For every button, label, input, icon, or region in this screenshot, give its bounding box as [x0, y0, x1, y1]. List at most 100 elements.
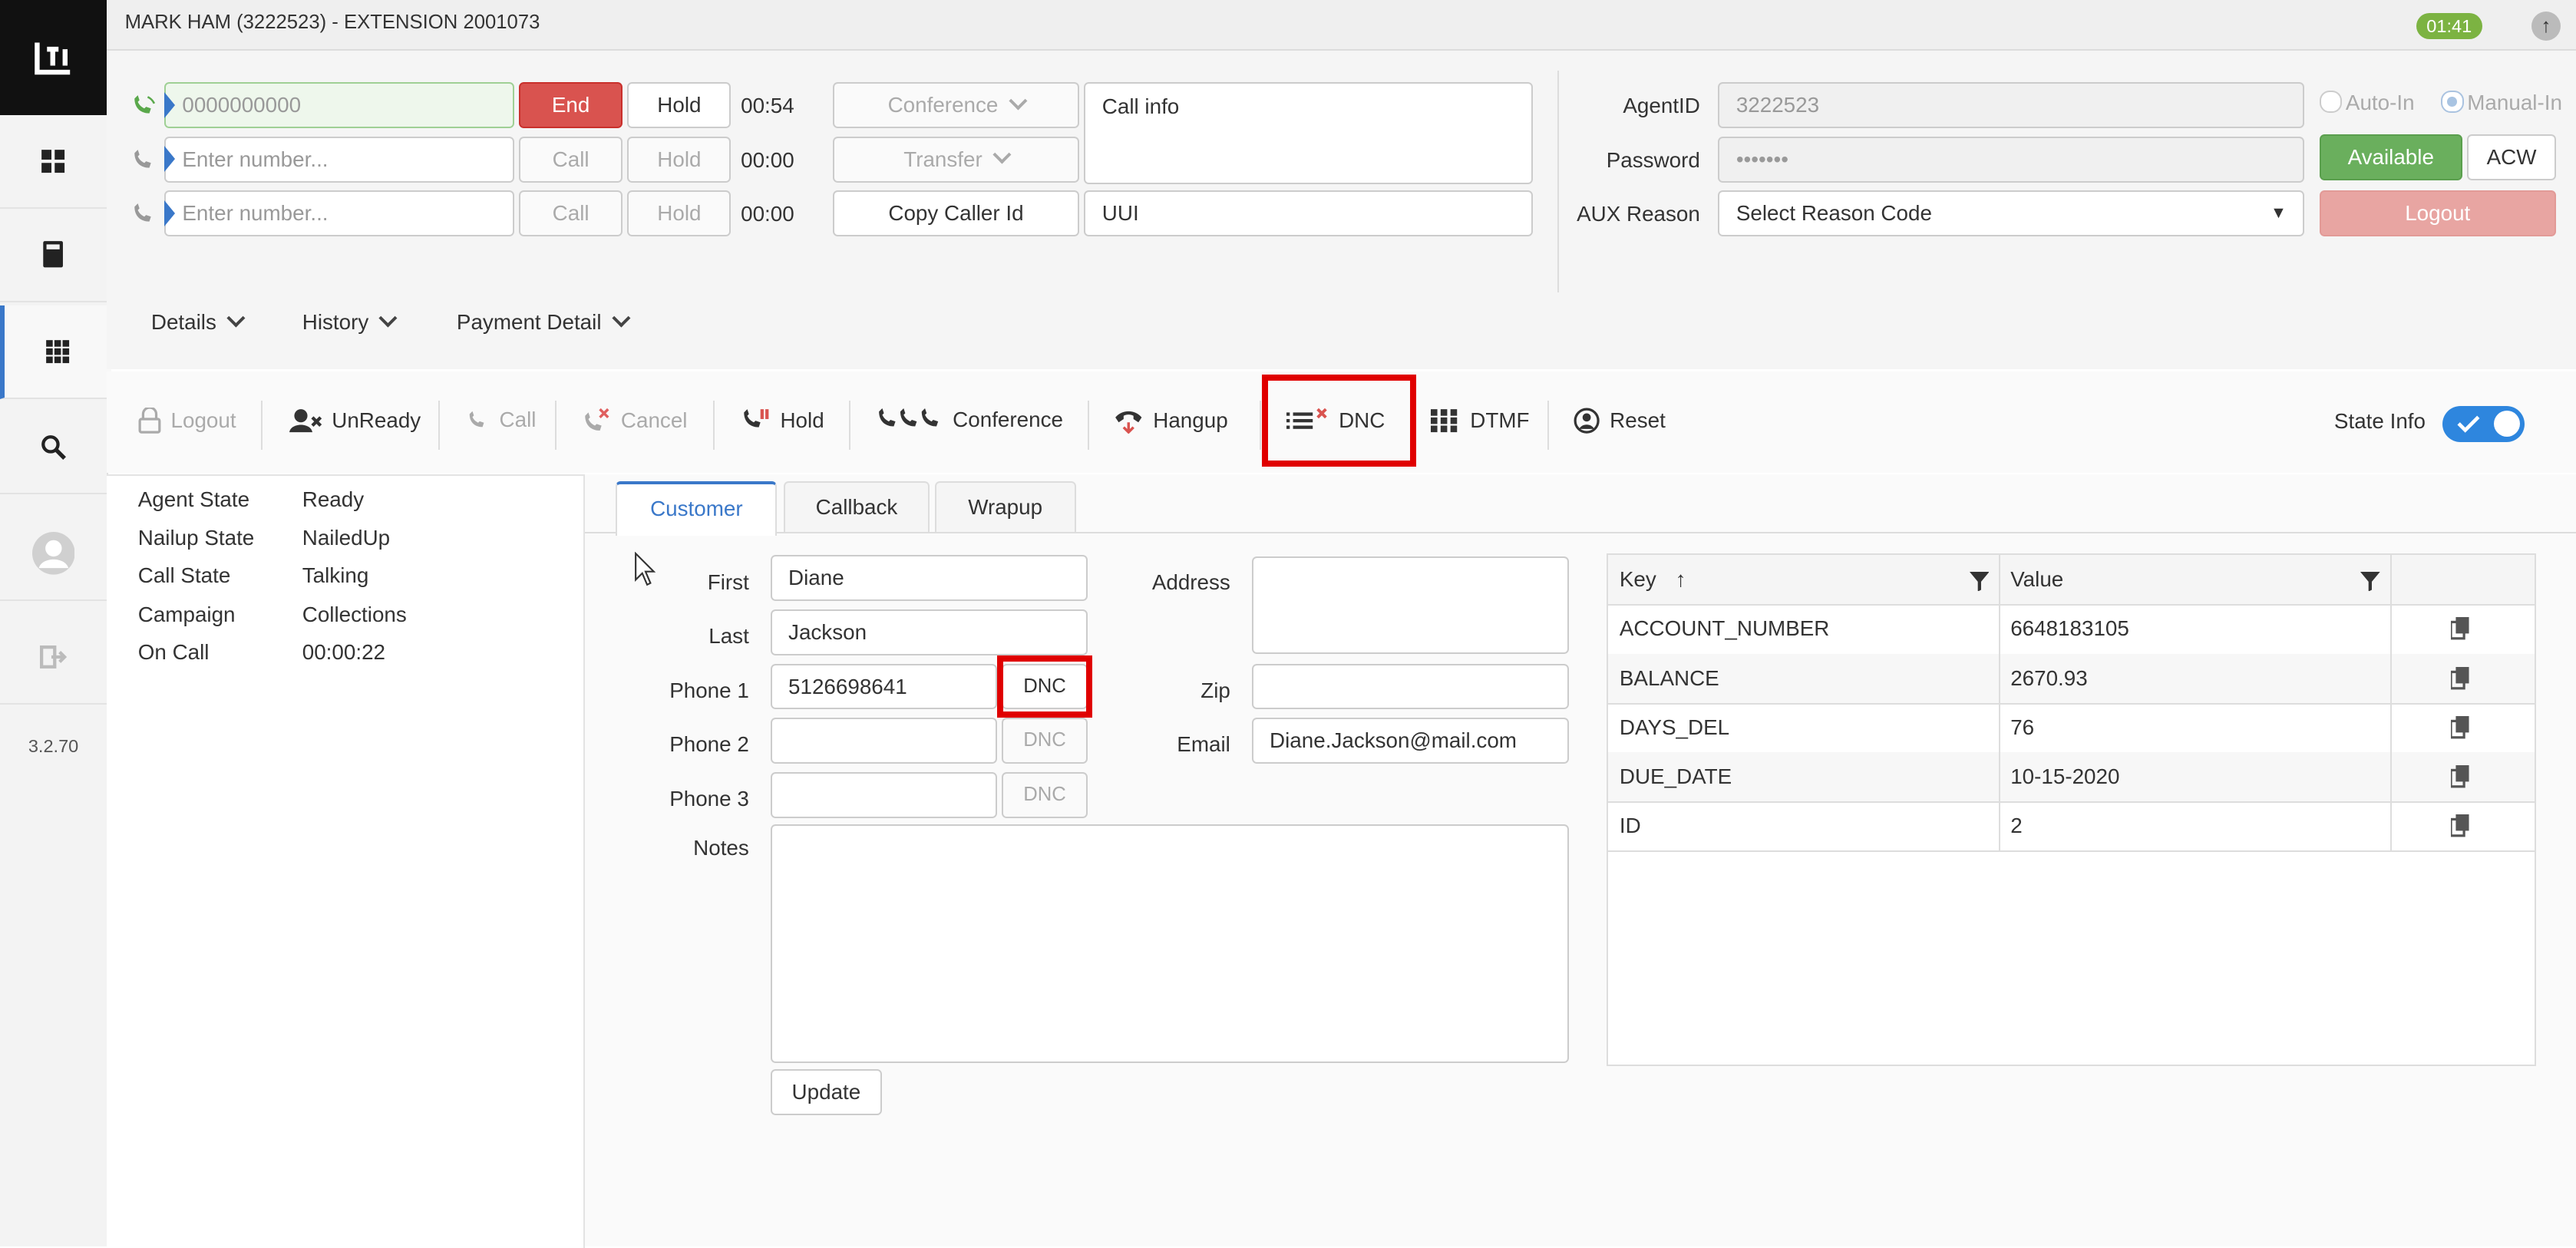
password-field[interactable]: •••••••: [1718, 136, 2305, 183]
key-column-header[interactable]: Key ↑: [1608, 555, 1999, 604]
line3-timer: 00:00: [741, 202, 794, 226]
key-filter-icon[interactable]: [1969, 571, 1990, 592]
line3-call-button[interactable]: Call: [519, 190, 623, 237]
unready-button[interactable]: UnReady: [289, 408, 421, 434]
toolbar-logout-button[interactable]: Logout: [138, 407, 236, 434]
chevron-down-icon: [992, 145, 1012, 164]
last-name-input[interactable]: Jackson: [770, 609, 1088, 655]
dashboard-icon[interactable]: [0, 115, 107, 209]
auto-in-radio[interactable]: [2319, 90, 2343, 114]
hangup-button[interactable]: Hangup: [1114, 408, 1228, 434]
agentid-field[interactable]: 3222523: [1718, 81, 2305, 128]
agentid-label: AgentID: [1623, 93, 1700, 117]
update-button[interactable]: Update: [770, 1069, 883, 1116]
details-menu-label: Details: [150, 310, 216, 335]
key-header-label: Key: [1619, 567, 1656, 592]
history-menu[interactable]: History: [302, 309, 398, 335]
first-name-input[interactable]: Diane: [770, 555, 1088, 602]
dnc-highlight-box: [1261, 374, 1416, 467]
line2-number-input[interactable]: Enter number...: [163, 136, 514, 183]
line2-hold-button[interactable]: Hold: [627, 136, 732, 183]
line3-number-input[interactable]: Enter number...: [163, 190, 514, 237]
call-state-label: Call State: [137, 563, 231, 587]
phone-cancel-icon: [584, 408, 609, 431]
manual-in-radio[interactable]: [2441, 90, 2464, 114]
auto-in-label: Auto-In: [2345, 90, 2415, 114]
phone3-input[interactable]: [770, 771, 997, 818]
copy-icon[interactable]: [2450, 814, 2471, 837]
uui-field[interactable]: UUI: [1084, 190, 1533, 237]
copy-icon[interactable]: [2450, 617, 2471, 640]
toolbar-call-label: Call: [499, 407, 537, 431]
payment-detail-menu[interactable]: Payment Detail: [457, 309, 630, 335]
line3-hold-button[interactable]: Hold: [627, 190, 732, 237]
copy-icon[interactable]: [2450, 715, 2471, 739]
book-icon[interactable]: [0, 209, 107, 302]
collapse-up-icon[interactable]: ↑: [2531, 11, 2561, 41]
row-value: 2670.93: [2010, 665, 2088, 690]
value-column-header[interactable]: Value: [1999, 555, 2389, 604]
line1-number-input[interactable]: 0000000000: [163, 81, 514, 128]
apps-grid-icon[interactable]: [0, 305, 112, 399]
end-call-button[interactable]: End: [519, 81, 623, 128]
toolbar-call-button[interactable]: Call: [467, 407, 537, 432]
line1-hold-button[interactable]: Hold: [627, 81, 732, 128]
available-button[interactable]: Available: [2319, 134, 2462, 181]
reset-button[interactable]: Reset: [1574, 408, 1666, 434]
check-icon: [2457, 415, 2480, 433]
avatar[interactable]: [0, 507, 107, 602]
line2-timer: 00:00: [741, 147, 794, 172]
acw-button[interactable]: ACW: [2467, 134, 2556, 181]
divider: [555, 401, 557, 451]
aux-reason-select[interactable]: Select Reason Code ▼: [1718, 190, 2305, 237]
tab-wrapup[interactable]: Wrapup: [934, 481, 1076, 533]
table-row[interactable]: BALANCE 2670.93: [1607, 653, 2535, 705]
conference-dropdown[interactable]: Conference: [832, 81, 1079, 128]
action-toolbar: Logout UnReady Call Cancel Hold Conferen…: [107, 371, 2576, 474]
phone2-dnc-button[interactable]: DNC: [1002, 718, 1088, 764]
line2-call-button[interactable]: Call: [519, 136, 623, 183]
phone-icon: [469, 411, 484, 428]
cancel-button[interactable]: Cancel: [582, 408, 687, 434]
window-title: MARK HAM (3222523) - EXTENSION 2001073: [124, 11, 540, 33]
divider: [438, 401, 441, 451]
transfer-dropdown[interactable]: Transfer: [832, 136, 1079, 183]
toolbar-hold-button[interactable]: Hold: [741, 408, 824, 434]
tab-customer[interactable]: Customer: [616, 481, 778, 536]
hangup-icon: [1115, 411, 1142, 434]
copy-icon[interactable]: [2450, 666, 2471, 690]
on-call-value: 00:00:22: [302, 640, 386, 665]
sign-out-icon[interactable]: [0, 611, 107, 705]
value-filter-icon[interactable]: [2360, 571, 2380, 592]
email-input[interactable]: Diane.Jackson@mail.com: [1251, 718, 1569, 764]
line2-flag: [163, 146, 175, 173]
conference-label: Conference: [887, 92, 999, 117]
notes-textarea[interactable]: [770, 824, 1569, 1063]
table-row[interactable]: ACCOUNT_NUMBER 6648183105: [1607, 604, 2535, 655]
dtmf-button[interactable]: DTMF: [1430, 408, 1530, 434]
state-info-toggle[interactable]: [2442, 405, 2525, 442]
copy-icon[interactable]: [2450, 765, 2471, 788]
copy-caller-id-button[interactable]: Copy Caller Id: [832, 190, 1079, 237]
toolbar-conference-button[interactable]: Conference: [877, 408, 1063, 432]
table-row[interactable]: ID 2: [1607, 801, 2535, 853]
row-key: DAYS_DEL: [1619, 715, 1730, 739]
agent-state-value: Ready: [302, 487, 365, 512]
phone1-input[interactable]: 5126698641: [770, 663, 997, 710]
search-icon[interactable]: [0, 401, 107, 494]
agent-logout-button[interactable]: Logout: [2319, 190, 2556, 237]
first-name-label: First: [707, 570, 749, 594]
phone2-input[interactable]: [770, 718, 997, 764]
keypad-icon: [1430, 408, 1458, 432]
table-row[interactable]: DAYS_DEL 76: [1607, 703, 2535, 754]
conference-icon: [878, 408, 938, 427]
zip-input[interactable]: [1251, 663, 1569, 710]
call-info-field[interactable]: Call info: [1084, 81, 1533, 184]
tab-callback[interactable]: Callback: [783, 481, 930, 533]
table-row[interactable]: DUE_DATE 10-15-2020: [1607, 751, 2535, 804]
chevron-down-icon: [612, 309, 630, 328]
phone3-dnc-button[interactable]: DNC: [1002, 771, 1088, 818]
address-textarea[interactable]: [1251, 556, 1569, 654]
details-menu[interactable]: Details: [150, 309, 246, 335]
reset-label: Reset: [1610, 408, 1666, 432]
